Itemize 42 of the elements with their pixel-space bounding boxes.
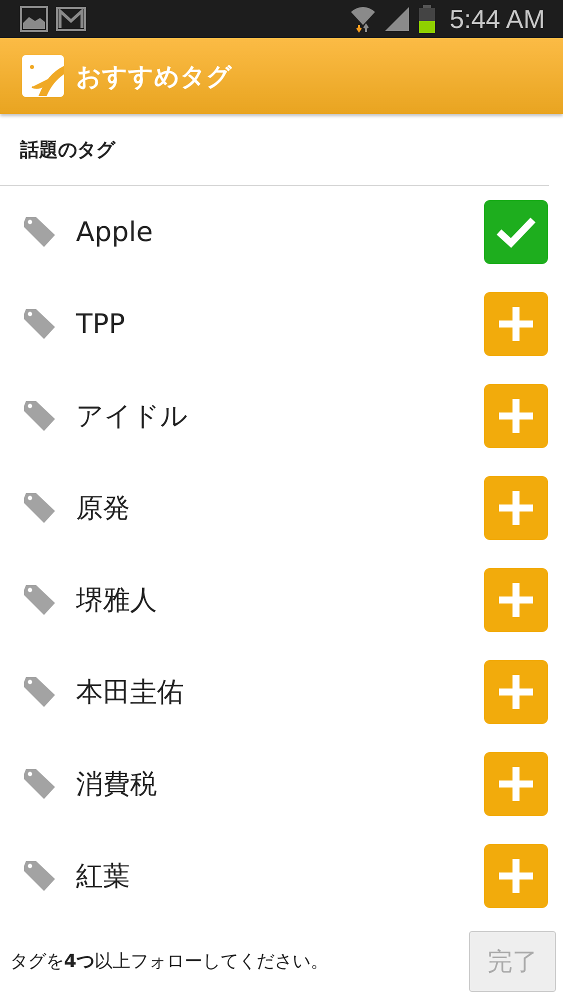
plus-icon <box>498 858 534 894</box>
tag-icon <box>22 676 56 708</box>
app-logo-icon <box>22 55 64 97</box>
tag-label: TPP <box>76 308 126 340</box>
tag-icon <box>22 584 56 616</box>
plus-icon <box>498 398 534 434</box>
battery-icon <box>418 5 436 33</box>
plus-icon <box>498 674 534 710</box>
tag-label: 原発 <box>76 492 131 526</box>
tag-label: アイドル <box>76 400 189 434</box>
plus-icon <box>498 306 534 342</box>
plus-icon <box>498 582 534 618</box>
follow-button[interactable] <box>484 476 548 540</box>
status-time: 5:44 AM <box>450 4 545 34</box>
follow-button[interactable] <box>484 844 548 908</box>
image-icon <box>20 6 48 32</box>
app-title: おすすめタグ <box>76 60 232 92</box>
tag-label: 本田圭佑 <box>76 676 185 710</box>
tag-label: 消費税 <box>76 768 158 802</box>
tag-label: 紅葉 <box>76 860 131 894</box>
check-icon <box>496 216 536 248</box>
tag-icon <box>22 860 56 892</box>
tag-icon <box>22 400 56 432</box>
tag-label: 堺雅人 <box>76 584 158 618</box>
follow-button[interactable] <box>484 752 548 816</box>
tag-icon <box>22 216 56 248</box>
mail-icon <box>56 7 86 31</box>
tag-label: Apple <box>76 216 154 248</box>
plus-icon <box>498 490 534 526</box>
tag-icon <box>22 308 56 340</box>
followed-button[interactable] <box>484 200 548 264</box>
follow-button[interactable] <box>484 568 548 632</box>
plus-icon <box>498 766 534 802</box>
wifi-icon <box>350 5 376 33</box>
tag-icon <box>22 768 56 800</box>
follow-button[interactable] <box>484 292 548 356</box>
follow-button[interactable] <box>484 384 548 448</box>
instruction-text: タグを4つ以上フォローしてください。 <box>10 950 330 973</box>
follow-button[interactable] <box>484 660 548 724</box>
signal-icon <box>384 6 410 32</box>
section-heading: 話題のタグ <box>0 114 549 186</box>
tag-icon <box>22 492 56 524</box>
